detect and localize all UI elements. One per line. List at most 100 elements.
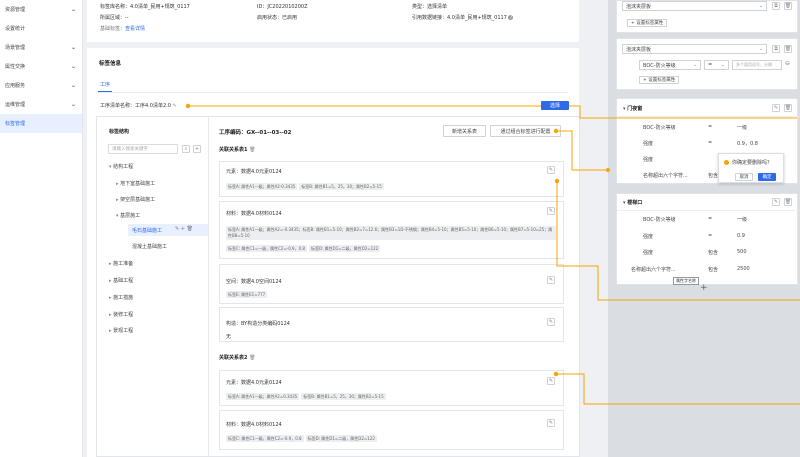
field-tooltip: 属性字名称 [673,277,699,285]
edit-icon[interactable]: ✎ [547,419,555,427]
tag-chip[interactable]: 标签E: 属性E1=777 [226,291,268,298]
delete-icon[interactable]: 🗑 [784,198,792,206]
info-ref: 引用数据链接：4.0清单_民用+规筑_0117 ? [412,15,514,21]
tag-chip[interactable]: 标签D: 属性D1=二级，属性D2=122 [308,245,381,252]
tag-info-card: 标签信息 工序 工序清单名称：工序4.0清单2.0 ✎ 标签结构 请输入搜索关键… [87,48,580,457]
chevron-down-icon: ⌄ [70,63,77,70]
rule-card: 泡沫夹层板 ⌄ ⧉ 🗑 BOC-防火等级 ⌄ = ⌄ 多个值用逗号，分隔 ⊖ + 设置… [616,38,798,90]
info-status: 启用状态：已启用 [257,15,298,21]
tree-item[interactable]: ▾ 基层施工 [116,212,140,219]
relation-block: 材料：数据4.0材料0124 ✎ 标签A: 属性A1—级；属性A2=-0.343… [219,201,564,259]
tree-item[interactable]: 混凝土基础施工 [132,243,167,250]
help-icon: ? [508,15,514,20]
tree-item[interactable]: ▸ 装修工程 [109,311,133,318]
condition-value-input[interactable]: 多个值用逗号，分隔 [732,60,782,70]
tag-chip[interactable]: 标签B: 属性B1=5，25，30；属性B2=5-15 [301,393,386,400]
sidebar-item-tags[interactable]: 标签管理 [0,114,82,133]
edit-icon[interactable]: ✎ [173,103,177,109]
tree-title: 标签结构 [109,129,130,135]
add-rule-icon[interactable]: + [700,283,708,293]
delete-icon[interactable]: 🗑 [784,2,792,10]
view-detail-link[interactable]: 查看详情 [125,26,145,32]
tag-chip[interactable]: 标签B: 属性B1=5，25，30；属性B2=5-15 [299,183,384,190]
sidebar-item-scene[interactable]: 场景管理 ⌄ [0,38,82,57]
condition-op-select[interactable]: = ⌄ [704,60,729,70]
delete-popconfirm: 你确定要删除吗？ 取消 确定 [718,153,784,183]
tree-item[interactable]: ▸ 景观工程 [109,327,133,334]
tag-chip[interactable]: 标签D: 属性D1=二级，属性D2=122 [305,435,377,442]
chevron-down-icon: ⌄ [70,82,77,89]
process-name: 工序清单名称：工序4.0清单2.0 ✎ [100,103,177,109]
delete-icon[interactable]: 🗑 [187,226,193,232]
copy-icon[interactable]: ⧉ [772,2,780,10]
edit-icon[interactable]: ✎ [547,318,555,326]
tree-item[interactable]: ▾ 结构工程 [109,163,133,170]
delete-icon[interactable]: 🗑 [784,45,792,53]
rule-card: ▾ 楼梯口 ✎ 🗑 BOC-防火等级 = 一级 强度 = 0.9 强度 包含 5… [616,193,799,285]
sidebar: 资源管理 ⌄ 设置统计 场景管理 ⌄ 属性交换 ⌄ 应用服务 ⌄ 运维管理 ⌄ 标签管理 [0,0,83,457]
sidebar-item-exchange[interactable]: 属性交换 ⌄ [0,57,82,76]
tree-item[interactable]: ▸ 地下室基础施工 [116,180,155,187]
select-button[interactable]: 选择 [541,101,569,110]
copy-icon[interactable]: ⧉ [772,45,780,53]
edit-icon[interactable]: ✎ [547,276,555,284]
tag-chip[interactable]: 标签A: 属性A1—级；属性A2=-0.3435；标签B: 属性B1=5-10；… [226,226,556,240]
new-relation-button[interactable]: 新增关系表 [443,125,486,137]
main-content: 标签库名称：4.0清单_民用+规筑_0117 ID：JC2022010200Z … [83,0,608,457]
chevron-down-icon: ⌄ [70,101,77,108]
edit-icon[interactable]: ✎ [175,226,179,232]
relation-title-1: 关联关系表1 🗑 [219,147,256,153]
sidebar-item-stats[interactable]: 设置统计 [0,19,82,38]
tree-item[interactable]: ▸ 施工措施 [109,294,133,301]
delete-icon[interactable]: 🗑 [249,147,255,153]
process-code: 工序编码：GX--01--03--02 [219,130,292,136]
section-title: 标签信息 [99,61,122,67]
right-panel: 泡沫夹层板 ⌄ ⧉ 🗑 + 设置标签属性 泡沫夹层板 ⌄ ⧉ 🗑 BOC-防火等级 ⌄… [608,0,800,457]
relation-block: 构造：BY构造分类编码0124 ✎ 无 [219,307,564,342]
condition-field-select[interactable]: BOC-防火等级 ⌄ [639,60,701,70]
search-icon[interactable]: ⌕ [182,145,190,153]
info-name: 标签库名称：4.0清单_民用+规筑_0117 [100,4,190,10]
tag-chip[interactable]: 标签A: 属性A1—级；属性A2=0.3435 [226,393,300,400]
remove-condition-icon[interactable]: ⊖ [785,60,790,67]
tag-chip[interactable]: 标签C: 属性C1=—级，属性C2=-0.9，0.8 [226,245,307,252]
cancel-button[interactable]: 取消 [735,173,753,181]
rule-card: 泡沫夹层板 ⌄ ⧉ 🗑 + 设置标签属性 [616,0,798,33]
tree-item[interactable]: ▸ 施工准备 [109,260,133,267]
tag-chip[interactable]: 标签A: 属性A1—级；属性A2-0.3435 [226,183,298,190]
tree-item[interactable]: ▸ 架空层基础施工 [116,196,155,203]
tab-divider [98,92,568,93]
tab-process[interactable]: 工序 [100,81,110,88]
tree-search-input[interactable]: 请输入搜索关键字 [108,144,178,154]
relation-title-2: 关联关系表2 🗑 [219,355,256,361]
delete-icon[interactable]: 🗑 [784,104,792,112]
sidebar-item-app[interactable]: 应用服务 ⌄ [0,76,82,95]
add-property-button[interactable]: + 设置标签属性 [627,19,668,27]
sidebar-item-ops[interactable]: 运维管理 ⌄ [0,95,82,114]
add-property-button[interactable]: + 设置标签属性 [639,76,680,84]
combo-config-button[interactable]: 通过组合标签进行配置 [490,125,561,137]
tag-select[interactable]: 泡沫夹层板 ⌄ [622,1,767,11]
tree-item-actions: ✎ + 🗑 [175,226,193,232]
delete-icon[interactable]: 🗑 [249,355,255,361]
confirm-button[interactable]: 确定 [758,173,776,181]
chevron-down-icon: ⌄ [70,6,77,13]
tree-item[interactable]: ▸ 基础工程 [109,277,133,284]
edit-icon[interactable]: ✎ [547,166,555,174]
relation-block: 材料：数据4.0材料0124 ✎ 标签C: 属性C1—级，属性C2=-0.9，0… [219,410,564,450]
warning-icon [724,160,729,165]
tag-chip[interactable]: 标签C: 属性C1—级，属性C2=-0.9，0.8 [226,435,304,442]
edit-icon[interactable]: ✎ [547,377,555,385]
relation-block: 元素：数据4.0元素0124 ✎ 标签A: 属性A1—级；属性A2=0.3435… [219,370,564,406]
sidebar-item-resource[interactable]: 资源管理 ⌄ [0,0,82,19]
edit-icon[interactable]: ✎ [547,207,555,215]
edit-icon[interactable]: ✎ [772,198,780,206]
info-card: 标签库名称：4.0清单_民用+规筑_0117 ID：JC2022010200Z … [87,0,579,42]
tree-item-selected[interactable]: 毛石基础施工 [132,227,162,234]
add-icon[interactable]: + [181,226,185,232]
tag-select[interactable]: 泡沫夹层板 ⌄ [622,44,767,54]
add-icon[interactable]: + [193,145,201,153]
edit-icon[interactable]: ✎ [772,104,780,112]
relation-block: 元素：数据4.0元素0124 ✎ 标签A: 属性A1—级；属性A2-0.3435… [219,161,564,197]
relation-block: 空间：数据4.0空间0124 ✎ 标签E: 属性E1=777 [219,264,564,304]
